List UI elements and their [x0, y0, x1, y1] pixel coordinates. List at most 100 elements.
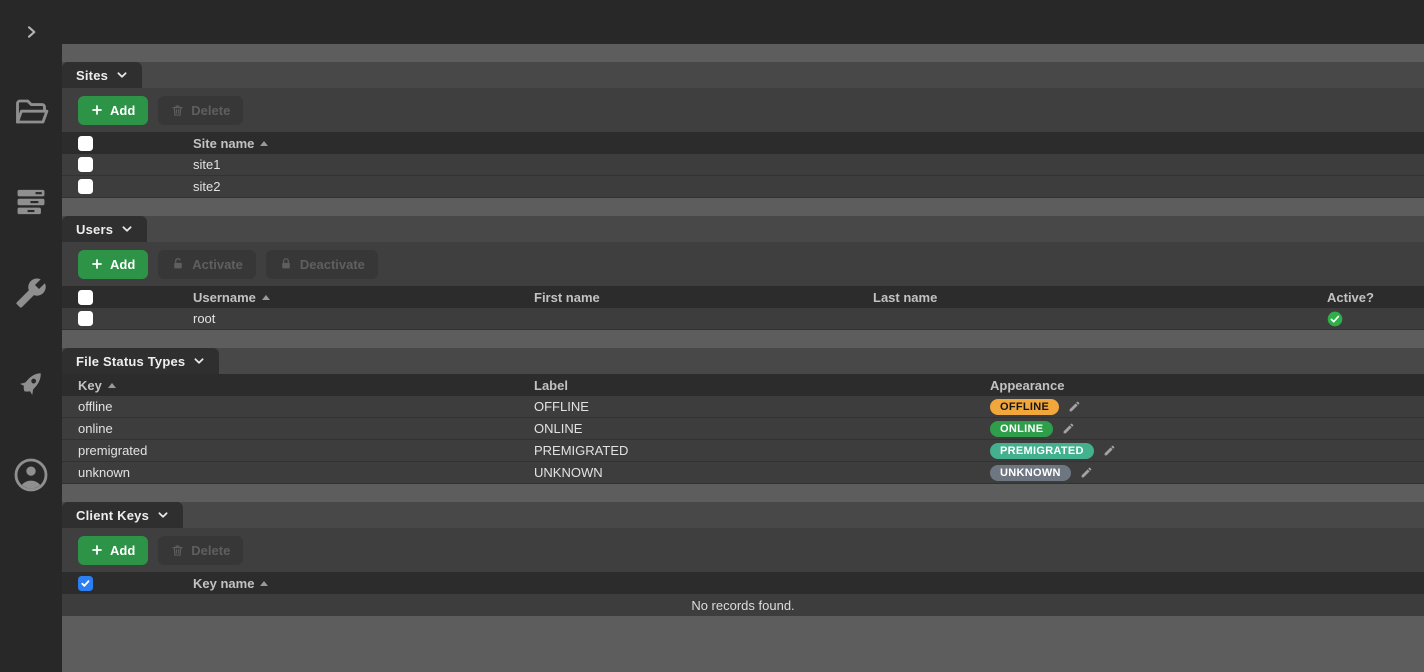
sidebar-item-jobs[interactable]: [0, 170, 62, 233]
users-table-body: root: [62, 308, 1424, 330]
lock-icon: [279, 257, 293, 271]
file-status-types-panel-header: File Status Types: [62, 348, 1424, 374]
sites-panel: Sites Add Delete: [62, 62, 1424, 198]
chevron-down-icon: [193, 355, 205, 367]
pencil-icon: [1080, 466, 1093, 479]
file-status-types-table-header: Key Label Appearance: [62, 374, 1424, 396]
client-keys-panel: Client Keys Add Delete: [62, 502, 1424, 616]
fst-column-header-label[interactable]: Label: [518, 374, 974, 396]
users-column-header-username[interactable]: Username: [177, 286, 518, 308]
server-stack-icon: [14, 185, 48, 219]
client-keys-toolbar: Add Delete: [62, 528, 1424, 572]
plus-icon: [91, 544, 103, 556]
column-label: Appearance: [990, 378, 1064, 393]
edit-appearance-button[interactable]: [1080, 466, 1093, 479]
sidebar-expand-button[interactable]: [0, 0, 62, 63]
sites-select-all-checkbox[interactable]: [78, 136, 93, 151]
file-status-types-table-body: offline OFFLINE OFFLINE online ONLINE ON…: [62, 396, 1424, 484]
site-name-value: site1: [193, 157, 220, 172]
users-column-header-last-name[interactable]: Last name: [857, 286, 1311, 308]
users-column-header-first-name[interactable]: First name: [518, 286, 857, 308]
sort-asc-icon: [108, 383, 116, 388]
table-row: root: [62, 308, 1424, 330]
sort-asc-icon: [262, 295, 270, 300]
table-row: offline OFFLINE OFFLINE: [62, 396, 1424, 418]
top-bar: [0, 0, 1424, 44]
pencil-icon: [1062, 422, 1075, 435]
status-key-value: offline: [78, 399, 112, 414]
rocket-icon: [14, 367, 48, 401]
sidebar-item-files[interactable]: [0, 81, 62, 144]
users-activate-label: Activate: [192, 257, 243, 272]
client-keys-delete-label: Delete: [191, 543, 230, 558]
tab-sites-label: Sites: [76, 68, 108, 83]
users-activate-button[interactable]: Activate: [158, 250, 256, 279]
column-label: Active?: [1327, 290, 1374, 305]
sites-column-header-site-name[interactable]: Site name: [177, 132, 1424, 154]
sidebar: [0, 0, 62, 672]
status-key-value: online: [78, 421, 113, 436]
edit-appearance-button[interactable]: [1068, 400, 1081, 413]
tab-sites[interactable]: Sites: [62, 62, 142, 88]
row-checkbox[interactable]: [78, 157, 93, 172]
users-deactivate-button[interactable]: Deactivate: [266, 250, 378, 279]
table-row: unknown UNKNOWN UNKNOWN: [62, 462, 1424, 484]
sidebar-item-deploy[interactable]: [0, 352, 62, 415]
tab-file-status-types-label: File Status Types: [76, 354, 185, 369]
site-name-value: site2: [193, 179, 220, 194]
sites-table-body: site1 site2: [62, 154, 1424, 198]
users-select-all-checkbox[interactable]: [78, 290, 93, 305]
client-keys-empty-row: No records found.: [62, 594, 1424, 616]
tab-client-keys[interactable]: Client Keys: [62, 502, 183, 528]
users-panel-header: Users: [62, 216, 1424, 242]
users-panel: Users Add Activate: [62, 216, 1424, 330]
user-circle-icon: [13, 457, 49, 493]
status-label-value: UNKNOWN: [534, 465, 603, 480]
sites-toolbar: Add Delete: [62, 88, 1424, 132]
table-row: site1: [62, 154, 1424, 176]
plus-icon: [91, 258, 103, 270]
users-add-button[interactable]: Add: [78, 250, 148, 279]
edit-appearance-button[interactable]: [1103, 444, 1116, 457]
column-label: First name: [534, 290, 600, 305]
status-badge: PREMIGRATED: [990, 443, 1094, 459]
plus-icon: [91, 104, 103, 116]
empty-message: No records found.: [691, 598, 794, 613]
tab-users[interactable]: Users: [62, 216, 147, 242]
pencil-icon: [1103, 444, 1116, 457]
sidebar-item-settings[interactable]: [0, 261, 62, 324]
sort-asc-icon: [260, 581, 268, 586]
client-keys-select-all-checkbox[interactable]: [78, 576, 93, 591]
sites-add-button[interactable]: Add: [78, 96, 148, 125]
fst-column-header-key[interactable]: Key: [62, 374, 518, 396]
table-row: premigrated PREMIGRATED PREMIGRATED: [62, 440, 1424, 462]
row-checkbox[interactable]: [78, 179, 93, 194]
trash-icon: [171, 104, 184, 117]
users-column-header-active[interactable]: Active?: [1311, 286, 1424, 308]
sites-table-header: Site name: [62, 132, 1424, 154]
status-label-value: OFFLINE: [534, 399, 589, 414]
sites-panel-header: Sites: [62, 62, 1424, 88]
table-row: site2: [62, 176, 1424, 198]
status-badge: OFFLINE: [990, 399, 1059, 415]
sites-delete-label: Delete: [191, 103, 230, 118]
status-badge: UNKNOWN: [990, 465, 1071, 481]
tab-file-status-types[interactable]: File Status Types: [62, 348, 219, 374]
column-label: Key: [78, 378, 102, 393]
client-keys-add-label: Add: [110, 543, 135, 558]
sort-asc-icon: [260, 141, 268, 146]
sidebar-item-account[interactable]: [0, 443, 62, 506]
row-checkbox[interactable]: [78, 311, 93, 326]
fst-column-header-appearance[interactable]: Appearance: [974, 374, 1424, 396]
edit-appearance-button[interactable]: [1062, 422, 1075, 435]
users-toolbar: Add Activate Deactivate: [62, 242, 1424, 286]
column-label: Last name: [873, 290, 937, 305]
tab-client-keys-label: Client Keys: [76, 508, 149, 523]
client-keys-column-header-key-name[interactable]: Key name: [177, 572, 1424, 594]
users-add-label: Add: [110, 257, 135, 272]
client-keys-delete-button[interactable]: Delete: [158, 536, 243, 565]
unlock-icon: [171, 257, 185, 271]
status-label-value: PREMIGRATED: [534, 443, 628, 458]
client-keys-add-button[interactable]: Add: [78, 536, 148, 565]
sites-delete-button[interactable]: Delete: [158, 96, 243, 125]
